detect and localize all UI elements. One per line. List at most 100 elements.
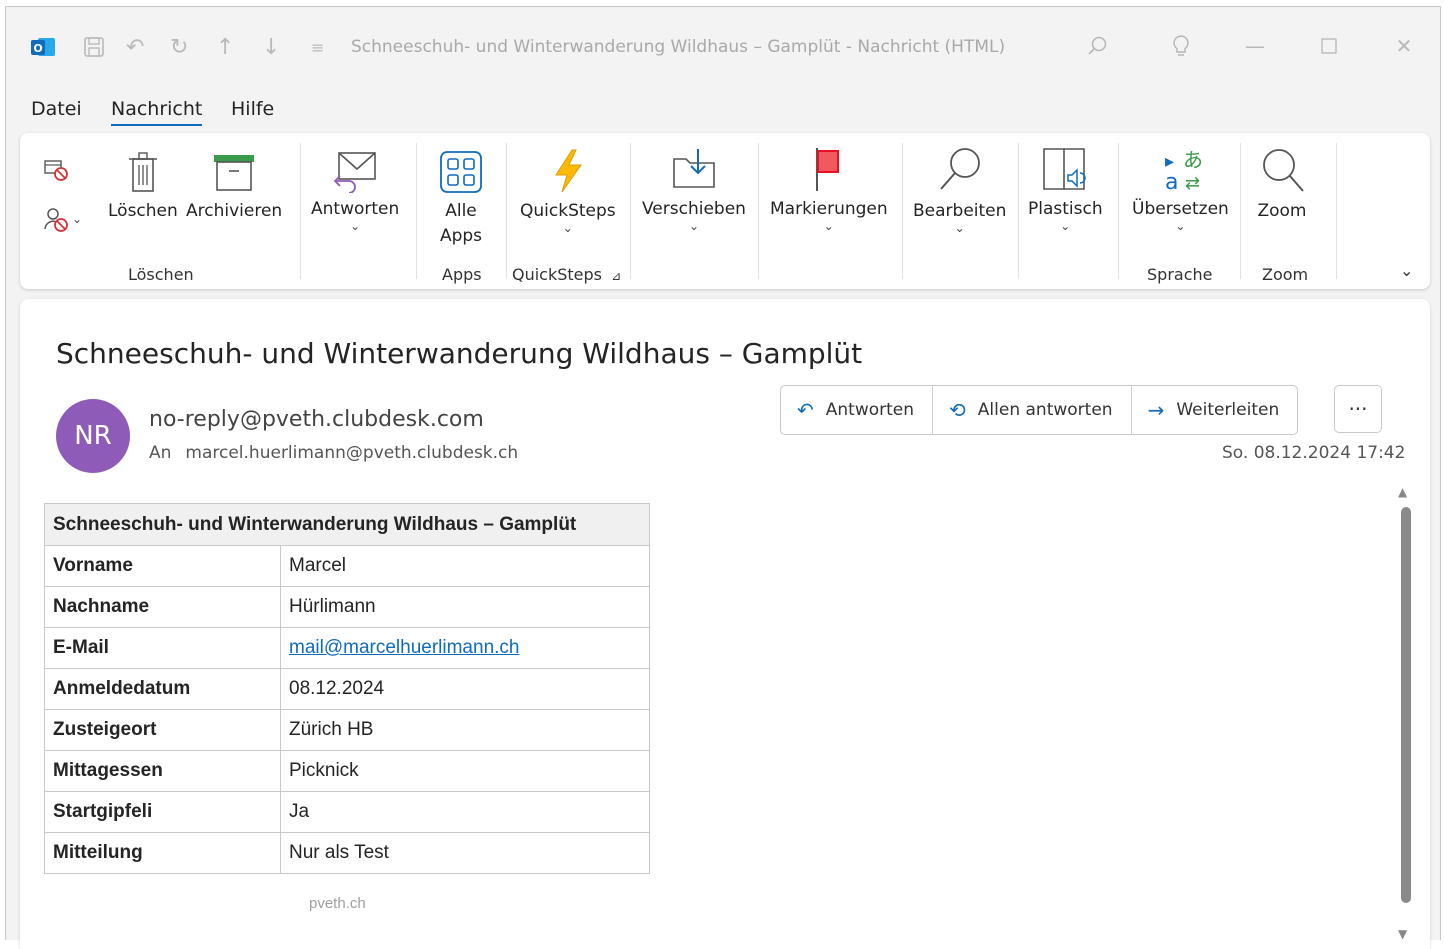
row-key: Nachname bbox=[44, 586, 281, 628]
trash-icon bbox=[128, 152, 157, 192]
separator bbox=[506, 143, 507, 279]
outlook-icon[interactable]: O bbox=[30, 35, 56, 59]
separator bbox=[758, 143, 759, 279]
group-zoom: Zoom bbox=[1262, 265, 1309, 284]
title-bar: O ↶ ↻ ↑ ↓ ≡ Schneeschuh- und Winterwande… bbox=[6, 7, 1440, 77]
chevron-down-icon: ⌄ bbox=[954, 221, 965, 235]
reading-pane: Schneeschuh- und Winterwanderung Wildhau… bbox=[20, 299, 1430, 949]
close-icon[interactable]: ✕ bbox=[1389, 33, 1419, 59]
minimize-icon[interactable]: — bbox=[1240, 33, 1270, 59]
row-value: 08.12.2024 bbox=[280, 668, 650, 710]
row-value: Hürlimann bbox=[280, 586, 650, 628]
reply-all-button[interactable]: ⟲ Allen antworten bbox=[933, 386, 1132, 434]
chevron-down-icon: ⌄ bbox=[72, 212, 83, 226]
message-date: So. 08.12.2024 17:42 bbox=[1222, 443, 1406, 463]
menu-hilfe[interactable]: Hilfe bbox=[231, 98, 274, 120]
row-key: Startgipfeli bbox=[44, 791, 281, 833]
group-loeschen: Löschen bbox=[128, 265, 194, 284]
zoom-label: Zoom bbox=[1257, 201, 1307, 221]
svg-text:a: a bbox=[1165, 170, 1178, 193]
block-sender-icon bbox=[44, 208, 68, 232]
bearbeiten-label: Bearbeiten bbox=[913, 201, 1007, 221]
flag-icon bbox=[815, 148, 839, 191]
chevron-down-icon: ⌄ bbox=[1175, 219, 1186, 233]
customize-icon[interactable]: ≡ bbox=[311, 35, 324, 59]
registration-table: Schneeschuh- und Winterwanderung Wildhau… bbox=[44, 503, 650, 874]
chevron-down-icon: ⌄ bbox=[1060, 219, 1071, 233]
archivieren-button[interactable]: Archivieren bbox=[186, 149, 282, 223]
block-sender-button[interactable]: ⌄ bbox=[42, 205, 82, 233]
search-icon[interactable] bbox=[1083, 33, 1113, 59]
group-apps: Apps bbox=[442, 265, 482, 284]
lightbulb-icon[interactable] bbox=[1166, 33, 1196, 59]
quicksteps-button[interactable]: QuickSteps ⌄ bbox=[520, 147, 616, 234]
alle-apps-label-1: Alle bbox=[445, 201, 477, 221]
forward-button[interactable]: → Weiterleiten bbox=[1132, 386, 1298, 434]
uebersetzen-button[interactable]: ▸ あ a ⇄ Übersetzen ⌄ bbox=[1132, 145, 1229, 233]
footer-text: pveth.ch bbox=[309, 895, 366, 912]
avatar[interactable]: NR bbox=[56, 399, 130, 473]
row-value: Ja bbox=[280, 791, 650, 833]
chevron-down-icon: ⌄ bbox=[688, 219, 699, 233]
outlook-message-window: O ↶ ↻ ↑ ↓ ≡ Schneeschuh- und Winterwande… bbox=[5, 6, 1441, 949]
dialog-launcher-icon[interactable]: ⊿ bbox=[611, 269, 621, 283]
table-row: Anmeldedatum 08.12.2024 bbox=[44, 668, 650, 710]
separator bbox=[630, 143, 631, 279]
recipient-address[interactable]: marcel.huerlimann@pveth.clubdesk.ch bbox=[185, 443, 518, 463]
row-value: Zürich HB bbox=[280, 709, 650, 751]
alle-apps-button[interactable]: Alle Apps bbox=[438, 149, 484, 248]
sender-address[interactable]: no-reply@pveth.clubdesk.com bbox=[149, 407, 484, 432]
plastisch-button[interactable]: Plastisch ⌄ bbox=[1028, 145, 1103, 233]
svg-text:⇄: ⇄ bbox=[1185, 173, 1200, 193]
maximize-icon[interactable] bbox=[1314, 33, 1344, 59]
reply-button[interactable]: ↶ Antworten bbox=[781, 386, 934, 434]
antworten-ribbon-button[interactable]: Antworten ⌄ bbox=[311, 147, 399, 233]
separator bbox=[1018, 143, 1019, 279]
markierungen-label: Markierungen bbox=[770, 199, 888, 219]
archive-icon bbox=[214, 155, 255, 191]
reply-icon: ↶ bbox=[797, 398, 814, 422]
row-key: Anmeldedatum bbox=[44, 668, 281, 710]
reply-label: Antworten bbox=[825, 400, 915, 420]
verschieben-button[interactable]: Verschieben ⌄ bbox=[642, 145, 746, 233]
scrollbar-thumb[interactable] bbox=[1401, 507, 1411, 903]
ribbon-collapse-chevron-icon[interactable]: ⌄ bbox=[1400, 261, 1413, 280]
separator bbox=[416, 143, 417, 279]
chevron-down-icon: ⌄ bbox=[350, 219, 361, 233]
scroll-down-arrow-icon[interactable]: ▼ bbox=[1398, 927, 1407, 941]
scroll-up-arrow-icon[interactable]: ▲ bbox=[1398, 485, 1407, 499]
redo-icon[interactable]: ↻ bbox=[170, 35, 188, 60]
markierungen-button[interactable]: Markierungen ⌄ bbox=[770, 145, 888, 232]
row-key: Mittagessen bbox=[44, 750, 281, 792]
lightning-icon bbox=[554, 149, 582, 193]
svg-text:▸: ▸ bbox=[1165, 151, 1174, 172]
table-header: Schneeschuh- und Winterwanderung Wildhau… bbox=[44, 503, 650, 546]
separator bbox=[300, 143, 301, 279]
ignore-button[interactable] bbox=[42, 157, 72, 183]
down-arrow-icon[interactable]: ↓ bbox=[262, 35, 280, 60]
bearbeiten-button[interactable]: Bearbeiten ⌄ bbox=[913, 143, 1007, 235]
menu-datei[interactable]: Datei bbox=[31, 98, 82, 120]
alle-apps-label-2: Apps bbox=[439, 226, 483, 246]
group-quicksteps-label: QuickSteps bbox=[512, 265, 603, 284]
table-row: Vorname Marcel bbox=[44, 545, 650, 587]
loeschen-button[interactable]: Löschen bbox=[108, 149, 178, 223]
svg-text:O: O bbox=[33, 42, 42, 55]
row-key: Vorname bbox=[44, 545, 281, 587]
menu-nachricht[interactable]: Nachricht bbox=[111, 98, 203, 126]
row-key: Zusteigeort bbox=[44, 709, 281, 751]
more-actions-button[interactable]: ··· bbox=[1334, 385, 1382, 433]
zoom-button[interactable]: Zoom bbox=[1257, 145, 1307, 223]
separator bbox=[902, 143, 903, 279]
save-icon[interactable] bbox=[82, 35, 106, 59]
apps-grid-icon bbox=[440, 151, 482, 193]
table-row: Nachname Hürlimann bbox=[44, 586, 650, 628]
separator bbox=[1118, 143, 1119, 279]
up-arrow-icon[interactable]: ↑ bbox=[216, 35, 234, 60]
translate-icon: ▸ あa ⇄ bbox=[1165, 148, 1203, 193]
loeschen-label: Löschen bbox=[108, 201, 178, 221]
forward-icon: → bbox=[1147, 398, 1165, 422]
email-link[interactable]: mail@marcelhuerlimann.ch bbox=[289, 637, 519, 658]
undo-icon[interactable]: ↶ bbox=[126, 35, 144, 60]
separator bbox=[1240, 143, 1241, 279]
